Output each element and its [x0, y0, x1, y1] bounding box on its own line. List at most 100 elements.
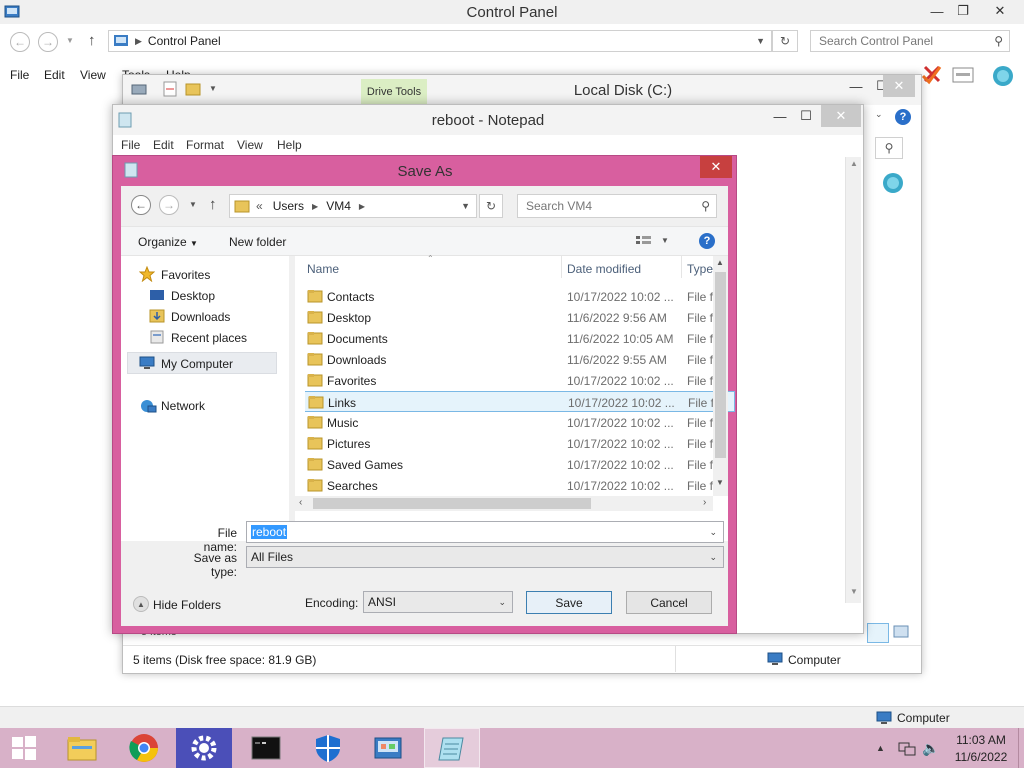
taskbar-command-prompt[interactable]	[238, 728, 294, 768]
save-as-back-button[interactable]: ←	[131, 195, 151, 215]
column-type[interactable]: Type	[687, 262, 713, 276]
restore-button[interactable]: ❐	[950, 0, 976, 22]
taskbar-notepad[interactable]	[424, 728, 480, 768]
address-bar[interactable]: ▶ Control Panel ▼	[108, 30, 772, 52]
save-as-help-icon[interactable]: ?	[699, 233, 715, 249]
hscroll-right-icon[interactable]: ›	[703, 497, 706, 508]
drive-tools-tab[interactable]: Drive Tools	[361, 79, 427, 105]
taskbar-control-panel[interactable]	[360, 728, 416, 768]
save-as-address-dropdown-icon[interactable]: ▼	[461, 201, 470, 211]
help-icon[interactable]: ?	[895, 109, 911, 125]
refresh-button[interactable]: ↻	[772, 30, 798, 52]
taskbar-chrome[interactable]	[116, 728, 172, 768]
file-name-value[interactable]: reboot	[251, 525, 288, 539]
taskbar-defender[interactable]	[300, 728, 356, 768]
file-row[interactable]: Music 10/17/2022 10:02 ... File fol	[305, 412, 735, 433]
new-folder-quick-icon[interactable]	[185, 81, 201, 97]
properties-icon[interactable]	[952, 66, 974, 84]
notepad-maximize-button[interactable]: ☐	[793, 105, 819, 127]
start-button[interactable]	[0, 728, 48, 768]
save-as-up-button[interactable]: ↑	[209, 196, 217, 213]
nav-favorites[interactable]: Favorites	[161, 268, 210, 282]
vscroll-up-icon[interactable]: ▲	[716, 258, 724, 267]
save-as-search[interactable]: Search VM4 ⚲	[517, 194, 717, 218]
hscroll-thumb[interactable]	[313, 498, 591, 509]
file-row[interactable]: Pictures 10/17/2022 10:02 ... File fol	[305, 433, 735, 454]
column-date-modified[interactable]: Date modified	[567, 262, 641, 276]
file-name-input[interactable]: reboot ⌄	[246, 521, 724, 543]
organize-button[interactable]: Organize ▼	[138, 235, 198, 249]
save-button[interactable]: Save	[526, 591, 612, 614]
address-dropdown-icon[interactable]: ▼	[756, 36, 765, 46]
breadcrumb-overflow[interactable]: «	[256, 199, 263, 213]
hide-folders-icon[interactable]: ▲	[133, 596, 149, 612]
minimize-button[interactable]: —	[924, 0, 950, 22]
save-as-type-select[interactable]: All Files ⌄	[246, 546, 724, 568]
save-as-forward-button[interactable]: →	[159, 195, 179, 215]
taskbar-file-explorer[interactable]	[54, 728, 110, 768]
explorer-minimize-button[interactable]: —	[843, 75, 869, 97]
save-as-close-button[interactable]: ✕	[700, 156, 732, 178]
taskbar-settings[interactable]	[176, 728, 232, 768]
control-panel-search[interactable]: Search Control Panel ⚲	[810, 30, 1010, 52]
save-as-recent-dropdown-icon[interactable]: ▼	[189, 200, 197, 209]
volume-icon[interactable]: 🔈	[922, 740, 939, 757]
file-list-vscrollbar[interactable]: ▲ ▼	[713, 256, 728, 496]
notepad-menu-format[interactable]: Format	[186, 138, 224, 152]
search-icon[interactable]: ⚲	[994, 34, 1003, 48]
save-as-address-bar[interactable]: « Users ▶ VM4 ▶ ▼	[229, 194, 477, 218]
up-button[interactable]: ↑	[88, 32, 96, 49]
menu-edit[interactable]: Edit	[44, 68, 65, 82]
recent-dropdown-icon[interactable]: ▼	[66, 36, 74, 45]
scroll-up-icon[interactable]: ▲	[850, 159, 858, 168]
shell-icon[interactable]	[990, 62, 1016, 88]
menu-file[interactable]: File	[10, 68, 29, 82]
save-as-search-icon[interactable]: ⚲	[701, 199, 710, 213]
notepad-close-button[interactable]: ✕	[821, 105, 861, 127]
close-button[interactable]: ✕	[980, 0, 1020, 22]
cancel-button[interactable]: Cancel	[626, 591, 712, 614]
vscroll-down-icon[interactable]: ▼	[716, 478, 724, 487]
network-tray-icon[interactable]	[898, 740, 916, 756]
save-as-refresh-button[interactable]: ↻	[479, 194, 503, 218]
notepad-menu-file[interactable]: File	[121, 138, 140, 152]
breadcrumb-vm4[interactable]: VM4	[326, 199, 351, 213]
nav-downloads[interactable]: Downloads	[171, 310, 230, 324]
nav-desktop[interactable]: Desktop	[171, 289, 215, 303]
checkmark-icon[interactable]	[920, 64, 942, 86]
notepad-menu-help[interactable]: Help	[277, 138, 302, 152]
clock-date[interactable]: 11/6/2022	[948, 750, 1014, 764]
forward-button[interactable]: →	[38, 32, 58, 52]
file-row[interactable]: Favorites 10/17/2022 10:02 ... File fol	[305, 370, 735, 391]
file-list-hscrollbar[interactable]: ‹ ›	[295, 496, 713, 511]
view-dropdown-icon[interactable]: ▼	[661, 236, 669, 245]
file-row[interactable]: Documents 11/6/2022 10:05 AM File fol	[305, 328, 735, 349]
notepad-scrollbar[interactable]: ▲ ▼	[845, 157, 861, 603]
scroll-down-icon[interactable]: ▼	[850, 587, 858, 596]
hscroll-left-icon[interactable]: ‹	[299, 497, 302, 508]
details-view-icon[interactable]	[867, 623, 889, 643]
nav-network[interactable]: Network	[161, 399, 205, 413]
nav-recent-places[interactable]: Recent places	[171, 331, 247, 345]
file-row[interactable]: Downloads 11/6/2022 9:55 AM File fol	[305, 349, 735, 370]
explorer-close-button[interactable]: ✕	[883, 75, 915, 97]
explorer-search-button[interactable]: ⚲	[875, 137, 903, 159]
encoding-dropdown-icon[interactable]: ⌄	[498, 597, 506, 608]
column-name[interactable]: Name	[307, 262, 339, 276]
show-hidden-icons[interactable]: ▲	[876, 743, 885, 753]
file-row[interactable]: Searches 10/17/2022 10:02 ... File fol	[305, 475, 735, 496]
show-desktop-button[interactable]	[1018, 728, 1024, 768]
notepad-minimize-button[interactable]: —	[767, 105, 793, 127]
nav-my-computer[interactable]: My Computer	[161, 357, 233, 371]
vscroll-thumb[interactable]	[715, 272, 726, 458]
notepad-menu-view[interactable]: View	[237, 138, 263, 152]
properties-quick-icon[interactable]	[163, 81, 177, 97]
address-breadcrumb[interactable]: Control Panel	[148, 34, 221, 48]
file-row[interactable]: Saved Games 10/17/2022 10:02 ... File fol	[305, 454, 735, 475]
menu-view[interactable]: View	[80, 68, 106, 82]
view-options-icon[interactable]	[635, 235, 653, 247]
back-button[interactable]: ←	[10, 32, 30, 52]
ribbon-expand-icon[interactable]: ⌄	[875, 109, 883, 120]
encoding-select[interactable]: ANSI ⌄	[363, 591, 513, 613]
file-row[interactable]: Contacts 10/17/2022 10:02 ... File fol	[305, 286, 735, 307]
